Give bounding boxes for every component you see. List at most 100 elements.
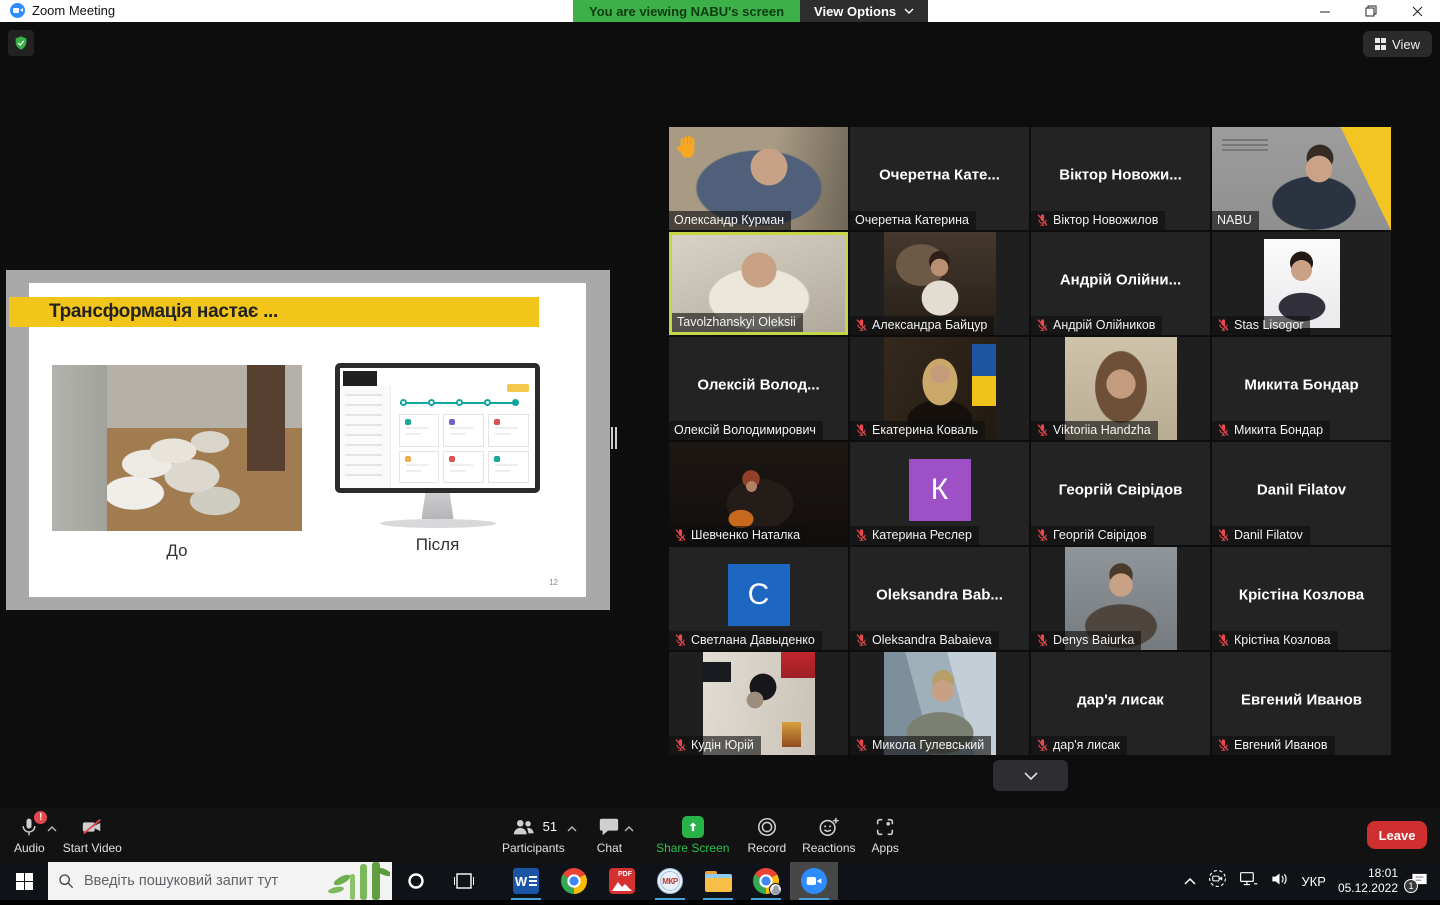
chat-options-chevron[interactable] xyxy=(624,819,634,837)
viewing-screen-text: You are viewing NABU's screen xyxy=(573,0,800,22)
chat-button[interactable]: Chat xyxy=(597,808,622,862)
leave-button[interactable]: Leave xyxy=(1367,821,1427,849)
participant-tile[interactable]: NABU xyxy=(1212,127,1391,230)
participant-name-text: Александра Байцур xyxy=(872,318,987,332)
gallery-scroll-down-button[interactable] xyxy=(993,760,1068,791)
participant-name-text: Очеретна Катерина xyxy=(855,213,969,227)
participant-name-label: Danil Filatov xyxy=(1212,526,1310,545)
participant-name-display: Oleksandra Bab... xyxy=(854,587,1025,604)
participant-tile[interactable]: Крістіна КозловаКрістіна Козлова xyxy=(1212,547,1391,650)
participant-name-text: NABU xyxy=(1217,213,1252,227)
participant-name-text: Віктор Новожилов xyxy=(1053,213,1158,227)
participant-name-label: NABU xyxy=(1212,211,1259,230)
view-options-button[interactable]: View Options xyxy=(800,0,928,22)
reactions-button[interactable]: Reactions xyxy=(802,808,855,862)
start-button[interactable] xyxy=(0,862,48,900)
participants-button[interactable]: 51 Participants xyxy=(502,808,565,862)
participant-name-text: Георгій Свірідов xyxy=(1053,528,1147,542)
participant-tile[interactable]: ККатерина Реслер xyxy=(850,442,1029,545)
participant-tile[interactable]: Кудін Юрій xyxy=(669,652,848,755)
network-icon[interactable] xyxy=(1239,871,1258,892)
participant-name-label: Denys Baiurka xyxy=(1031,631,1141,650)
record-label: Record xyxy=(747,841,786,855)
participant-avatar: К xyxy=(909,459,971,521)
apps-button[interactable]: Apps xyxy=(872,808,899,862)
taskbar-mkp-icon[interactable]: МКР xyxy=(646,862,694,900)
restore-button[interactable] xyxy=(1348,0,1394,22)
audio-options-chevron[interactable] xyxy=(47,819,57,837)
muted-mic-icon xyxy=(855,528,868,542)
participant-avatar: С xyxy=(728,564,790,626)
taskbar-explorer-icon[interactable] xyxy=(694,862,742,900)
participant-tile[interactable]: Tavolzhanskyi Oleksii xyxy=(669,232,848,335)
participant-tile[interactable]: Евгений ИвановЕвгений Иванов xyxy=(1212,652,1391,755)
muted-mic-icon xyxy=(1217,738,1230,752)
task-view-button[interactable] xyxy=(440,862,488,900)
participant-name-label: Екатерина Коваль xyxy=(850,421,985,440)
start-video-button[interactable]: Start Video xyxy=(63,808,122,862)
security-shield-icon[interactable] xyxy=(8,30,34,56)
muted-mic-icon xyxy=(1036,318,1049,332)
participant-tile[interactable]: Очеретна Кате... Очеретна Катерина xyxy=(850,127,1029,230)
participant-tile[interactable]: Oleksandra Bab...Oleksandra Babaieva xyxy=(850,547,1029,650)
participant-tile[interactable]: дар'я лисакдар'я лисак xyxy=(1031,652,1210,755)
participant-name-text: Denys Baiurka xyxy=(1053,633,1134,647)
participant-tile[interactable]: Danil Filatov Danil Filatov xyxy=(1212,442,1391,545)
participant-tile[interactable]: ССветлана Давыденко xyxy=(669,547,848,650)
gallery-resize-handle[interactable] xyxy=(611,427,619,449)
participant-tile[interactable]: Viktoriia Handzha xyxy=(1031,337,1210,440)
zoom-app-icon xyxy=(10,3,25,18)
audio-button[interactable]: ! Audio xyxy=(14,808,45,862)
taskbar-zoom-icon[interactable] xyxy=(790,862,838,900)
participants-label: Participants xyxy=(502,841,565,855)
volume-icon[interactable] xyxy=(1270,871,1289,892)
record-button[interactable]: Record xyxy=(747,808,786,862)
taskbar-search[interactable] xyxy=(48,862,392,900)
audio-alert-badge: ! xyxy=(34,811,47,824)
language-indicator[interactable]: УКР xyxy=(1301,874,1326,889)
bamboo-plant-image xyxy=(320,862,390,905)
participant-tile[interactable]: Микола Гулевський xyxy=(850,652,1029,755)
participant-tile[interactable]: Віктор Новожи...Віктор Новожилов xyxy=(1031,127,1210,230)
meet-now-icon[interactable] xyxy=(1208,869,1227,893)
participant-tile[interactable]: Георгій СвірідовГеоргій Свірідов xyxy=(1031,442,1210,545)
participant-tile[interactable]: Олексій Волод...Олексій Володимирович xyxy=(669,337,848,440)
view-layout-button[interactable]: View xyxy=(1363,31,1432,57)
participant-name-display: Danil Filatov xyxy=(1216,482,1387,499)
profile-avatar xyxy=(769,883,782,896)
participant-name-display: Очеретна Кате... xyxy=(854,167,1025,184)
word-letter: W xyxy=(515,874,527,889)
muted-mic-icon xyxy=(1036,213,1049,227)
participant-name-label: Андрій Олійников xyxy=(1031,316,1162,335)
cortana-button[interactable] xyxy=(392,862,440,900)
search-input[interactable] xyxy=(84,873,294,889)
close-button[interactable] xyxy=(1394,0,1440,22)
participant-tile[interactable]: Олександр Курман xyxy=(669,127,848,230)
participant-tile[interactable]: Stas Lisogor xyxy=(1212,232,1391,335)
taskbar-word-icon[interactable]: W xyxy=(502,862,550,900)
taskbar-chrome-profile-icon[interactable] xyxy=(742,862,790,900)
tray-date: 05.12.2022 xyxy=(1338,881,1398,895)
participant-name-label: Кудін Юрій xyxy=(669,736,761,755)
raised-hand-icon xyxy=(675,133,702,165)
participant-tile[interactable]: Екатерина Коваль xyxy=(850,337,1029,440)
participant-tile[interactable]: Александра Байцур xyxy=(850,232,1029,335)
participant-name-display: дар'я лисак xyxy=(1035,692,1206,709)
reactions-label: Reactions xyxy=(802,841,855,855)
participant-name-label: Stas Lisogor xyxy=(1212,316,1310,335)
minimize-button[interactable] xyxy=(1302,0,1348,22)
participant-tile[interactable]: Микита БондарМикита Бондар xyxy=(1212,337,1391,440)
muted-mic-icon xyxy=(855,423,868,437)
notifications-button[interactable]: 1 xyxy=(1410,872,1430,890)
clock[interactable]: 18:01 05.12.2022 xyxy=(1338,866,1398,896)
participants-options-chevron[interactable] xyxy=(567,819,577,837)
participant-tile[interactable]: Шевченко Наталка xyxy=(669,442,848,545)
share-screen-button[interactable]: Share Screen xyxy=(656,808,729,862)
participant-tile[interactable]: Denys Baiurka xyxy=(1031,547,1210,650)
mkp-label: МКР xyxy=(662,877,677,886)
participant-tile[interactable]: Андрій Олійни...Андрій Олійников xyxy=(1031,232,1210,335)
tray-expand-chevron[interactable] xyxy=(1184,872,1196,890)
participant-name-text: Екатерина Коваль xyxy=(872,423,978,437)
taskbar-pdf-icon[interactable]: PDF xyxy=(598,862,646,900)
taskbar-chrome-icon[interactable] xyxy=(550,862,598,900)
